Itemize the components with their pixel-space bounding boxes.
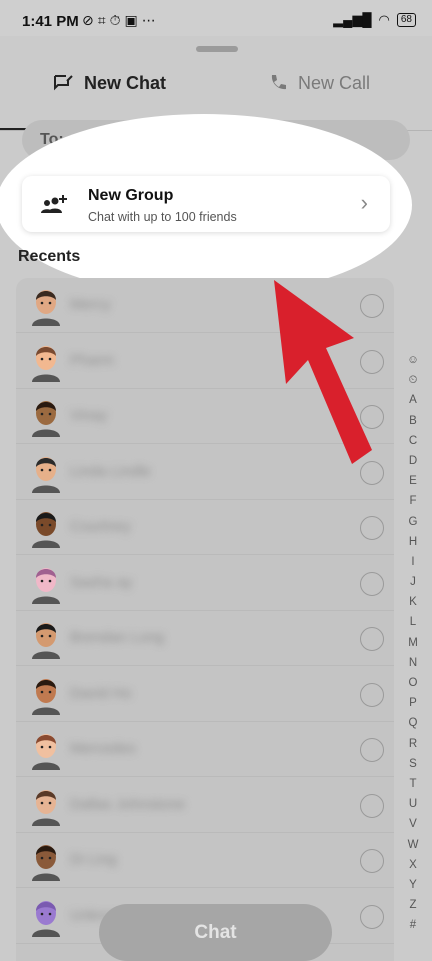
friend-name: Di Ling	[70, 851, 117, 868]
alphabet-index-letter[interactable]: G	[409, 512, 418, 532]
friend-row[interactable]: Di Ling	[16, 833, 394, 888]
bitmoji-avatar-icon	[32, 512, 60, 548]
friend-row[interactable]: Mercedes	[16, 722, 394, 777]
new-chat-icon	[54, 75, 73, 91]
bitmoji-avatar-icon	[32, 845, 60, 881]
sim-icon: ▣	[124, 12, 142, 28]
select-friend-radio[interactable]	[360, 516, 384, 540]
friend-row[interactable]: Sasha ay	[16, 556, 394, 611]
select-friend-radio[interactable]	[360, 793, 384, 818]
select-friend-radio[interactable]	[360, 682, 384, 707]
alphabet-index-letter[interactable]: J	[410, 572, 416, 592]
bitmoji-avatar-icon	[32, 734, 60, 770]
signal-icon: ▂▄▆█	[333, 12, 372, 27]
new-chat-sheet: New Chat New Call To: New Group Chat wit…	[0, 36, 432, 961]
alphabet-index-letter[interactable]: D	[409, 451, 417, 471]
status-time: 1:41 PM	[22, 13, 79, 30]
chevron-right-icon: ›	[360, 190, 368, 215]
select-friend-radio[interactable]	[360, 738, 384, 762]
bitmoji-avatar-icon	[32, 456, 60, 493]
select-friend-radio[interactable]	[360, 849, 384, 873]
alphabet-index-letter[interactable]: U	[409, 794, 417, 814]
alphabet-index-letter[interactable]: Z	[409, 895, 416, 915]
alphabet-index-letter[interactable]: T	[409, 774, 416, 794]
alphabet-index-letter[interactable]: O	[409, 673, 418, 693]
friend-name: Pharm	[70, 351, 115, 369]
alphabet-index-letter[interactable]: A	[409, 390, 417, 410]
friend-name: Linda Lindle	[70, 462, 151, 480]
bitmoji-avatar-icon	[32, 678, 60, 715]
new-group-button[interactable]: New Group Chat with up to 100 friends ›	[22, 176, 390, 232]
bitmoji-avatar-icon	[32, 900, 60, 937]
bitmoji-avatar-icon	[32, 401, 60, 437]
alphabet-index-letter[interactable]: E	[409, 471, 417, 491]
battery-icon: 68	[396, 13, 416, 27]
status-icons-right: ▂▄▆█ ◠ 68	[333, 12, 416, 28]
recents-heading: Recents	[18, 248, 81, 265]
alphabet-index-letter[interactable]: Y	[409, 875, 417, 895]
bitmoji-avatar-icon	[32, 567, 60, 604]
alphabet-index-letter[interactable]: L	[410, 612, 416, 632]
friend-row[interactable]: David Ho	[16, 667, 394, 722]
tab-new-call-label: New Call	[298, 72, 371, 93]
sheet-drag-handle[interactable]	[196, 46, 238, 52]
alphabet-index-letter[interactable]: V	[409, 814, 417, 834]
friend-name: Dallas Johnstone	[70, 795, 186, 813]
bitmoji-avatar-icon	[32, 789, 60, 826]
status-icons-left: ⊘⌗⏱▣⋯	[82, 12, 160, 29]
alphabet-index-letter[interactable]: N	[409, 653, 417, 673]
alphabet-index-letter[interactable]: Q	[409, 713, 418, 733]
alphabet-index-letter[interactable]: #	[410, 915, 416, 935]
alphabet-index-letter[interactable]: M	[408, 633, 418, 653]
alphabet-index-letter[interactable]: I	[411, 552, 414, 572]
tab-bar: New Chat New Call	[0, 60, 432, 131]
alphabet-index-letter[interactable]: ☺	[407, 350, 419, 370]
phone-icon	[271, 75, 286, 90]
red-arrow-annotation	[274, 280, 372, 464]
more-icon: ⋯	[141, 12, 160, 28]
group-add-icon	[41, 195, 67, 213]
friend-name: Courtney	[70, 518, 131, 535]
friend-name: Mercy	[70, 296, 111, 313]
alphabet-index-letter[interactable]: P	[409, 693, 417, 713]
friend-row[interactable]: Dallas Johnstone	[16, 778, 394, 833]
select-friend-radio[interactable]	[360, 627, 384, 651]
alphabet-index-letter[interactable]: S	[409, 754, 417, 774]
tab-new-chat[interactable]: New Chat	[52, 60, 166, 106]
alphabet-index-letter[interactable]: H	[409, 532, 417, 552]
alphabet-index-letter[interactable]: X	[409, 855, 417, 875]
new-group-subtitle: Chat with up to 100 friends	[88, 210, 237, 224]
tab-new-call[interactable]: New Call	[268, 60, 370, 106]
bitmoji-avatar-icon	[32, 623, 60, 659]
friend-name: David Ho	[70, 684, 132, 702]
friend-name: Brendan Long	[70, 629, 165, 646]
wifi-icon: ◠	[378, 12, 390, 27]
alphabet-index-letter[interactable]: W	[408, 835, 419, 855]
alphabet-index[interactable]: ☺ ⏲ A B C D E F G H I J K L M N O P Q R S T U V W X Y Z #	[404, 350, 422, 935]
alphabet-index-letter[interactable]: F	[409, 491, 416, 511]
friend-name: Vinay	[70, 407, 108, 424]
alphabet-index-letter[interactable]: C	[409, 431, 417, 451]
alphabet-index-letter[interactable]: B	[409, 411, 417, 431]
chat-button[interactable]: Chat	[99, 904, 332, 961]
grid-icon: ⌗	[97, 12, 110, 28]
select-friend-radio[interactable]	[360, 571, 384, 596]
alphabet-index-letter[interactable]: K	[409, 592, 417, 612]
friend-name: Mercedes	[70, 740, 136, 757]
bitmoji-avatar-icon	[32, 345, 60, 382]
bitmoji-avatar-icon	[32, 290, 60, 326]
muted-icon: ⊘	[82, 12, 98, 28]
select-friend-radio[interactable]	[360, 904, 384, 929]
alphabet-index-letter[interactable]: ⏲	[409, 370, 418, 390]
friend-name: Sasha ay	[70, 573, 133, 591]
friend-row[interactable]: Courtney	[16, 500, 394, 555]
alphabet-index-letter[interactable]: R	[409, 734, 417, 754]
status-bar: 1:41 PM ⊘⌗⏱▣⋯ ▂▄▆█ ◠ 68	[0, 0, 432, 36]
tab-new-chat-label: New Chat	[84, 72, 167, 93]
alarm-icon: ⏱	[109, 12, 125, 28]
friend-row[interactable]: Brendan Long	[16, 611, 394, 666]
new-group-title: New Group	[88, 187, 174, 204]
